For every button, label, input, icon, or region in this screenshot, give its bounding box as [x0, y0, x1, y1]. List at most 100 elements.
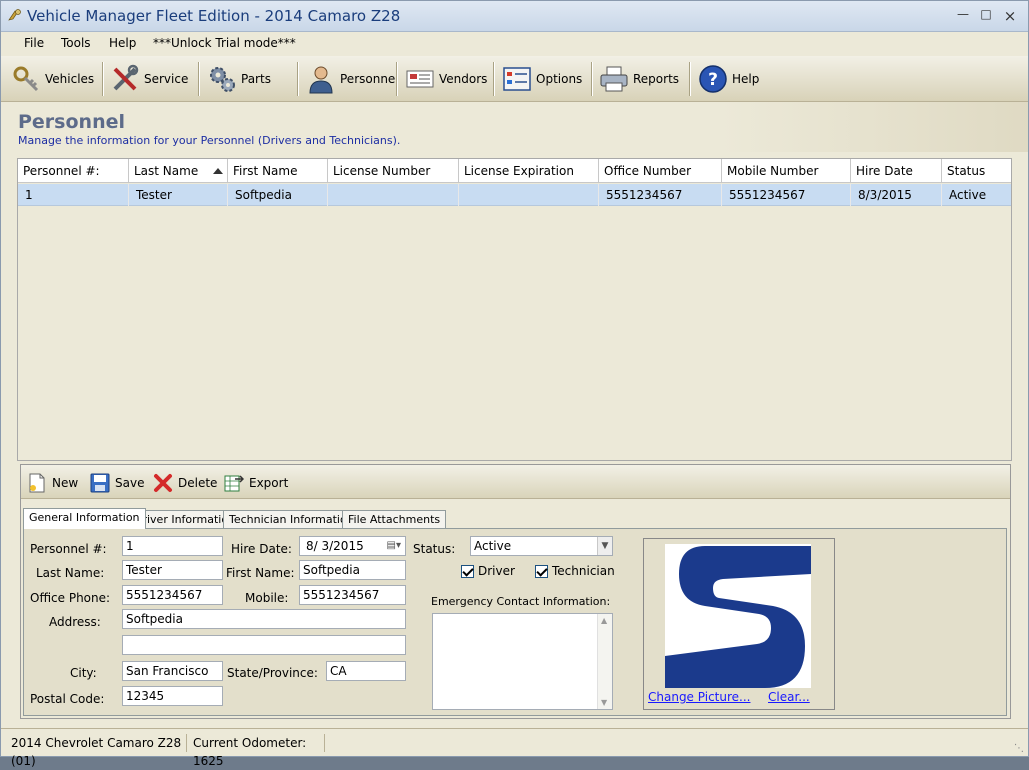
- address-line2-field[interactable]: [122, 635, 406, 655]
- mobile-field[interactable]: 5551234567: [299, 585, 406, 605]
- last-name-field[interactable]: Tester: [122, 560, 223, 580]
- app-icon: [8, 9, 21, 21]
- photo-frame: Change Picture... Clear...: [643, 538, 835, 710]
- address-line1-field[interactable]: Softpedia: [122, 609, 406, 629]
- toolbar-vendors-button[interactable]: Vendors: [405, 62, 487, 96]
- personnel-grid[interactable]: Personnel #: Last Name First Name Licens…: [17, 158, 1012, 461]
- change-picture-link[interactable]: Change Picture...: [648, 690, 750, 704]
- personnel-number-field[interactable]: 1: [122, 536, 223, 556]
- softpedia-logo-icon: [665, 546, 811, 688]
- column-header-license-number[interactable]: License Number: [328, 159, 459, 183]
- toolbar-help-button[interactable]: ? Help: [698, 62, 759, 96]
- resize-grip-icon[interactable]: ⋱: [1014, 743, 1024, 754]
- toolbar-service-button[interactable]: Service: [110, 62, 188, 96]
- column-header-hire-date[interactable]: Hire Date: [851, 159, 942, 183]
- scroll-up-icon[interactable]: ▲: [601, 616, 607, 625]
- emergency-contact-textarea[interactable]: ▲ ▼: [432, 613, 613, 710]
- person-icon: [309, 66, 333, 94]
- toolbar-options-label: Options: [536, 72, 583, 86]
- driver-checkbox[interactable]: Driver: [461, 564, 515, 578]
- postal-code-field[interactable]: 12345: [122, 686, 223, 706]
- table-row[interactable]: 1 Tester Softpedia 5551234567 5551234567…: [18, 184, 1011, 206]
- minimize-button[interactable]: —: [952, 7, 974, 25]
- new-button-label: New: [52, 476, 79, 490]
- export-button-label: Export: [249, 476, 289, 490]
- general-information-panel: Personnel #: 1 Hire Date: 8/ 3/2015 ▤▾ S…: [23, 528, 1007, 716]
- cell-personnel: 1: [18, 184, 129, 206]
- clear-picture-link[interactable]: Clear...: [768, 690, 810, 704]
- cell-status: Active: [949, 188, 987, 202]
- chevron-down-icon[interactable]: ▼: [597, 537, 612, 555]
- hire-date-picker[interactable]: 8/ 3/2015 ▤▾: [299, 536, 406, 556]
- menu-tools[interactable]: Tools: [61, 36, 91, 50]
- floppy-disk-icon: [90, 473, 110, 493]
- close-button[interactable]: ×: [999, 7, 1021, 25]
- column-header-mobile-number[interactable]: Mobile Number: [722, 159, 851, 183]
- column-header-status[interactable]: Status: [942, 159, 1011, 183]
- calendar-dropdown-icon[interactable]: ▤▾: [387, 537, 401, 555]
- column-header-last-name[interactable]: Last Name: [129, 159, 228, 183]
- driver-checkbox-label: Driver: [478, 564, 515, 578]
- toolbar-vendors-label: Vendors: [439, 72, 488, 86]
- first-name-field[interactable]: Softpedia: [299, 560, 406, 580]
- checkbox-checked-icon: [535, 564, 548, 578]
- delete-x-icon: [154, 474, 172, 492]
- cell-office-number: 5551234567: [599, 184, 722, 206]
- menu-help[interactable]: Help: [109, 36, 136, 50]
- save-button[interactable]: Save: [90, 471, 144, 495]
- status-select[interactable]: Active ▼: [470, 536, 613, 556]
- technician-checkbox[interactable]: Technician: [535, 564, 615, 578]
- new-button[interactable]: New: [27, 471, 78, 495]
- toolbar-separator: [198, 62, 199, 96]
- toolbar-parts-button[interactable]: Parts: [207, 62, 271, 96]
- scroll-down-icon[interactable]: ▼: [601, 698, 607, 707]
- help-icon: ?: [699, 65, 727, 93]
- menu-unlock-trial[interactable]: ***Unlock Trial mode***: [153, 36, 296, 50]
- hire-date-value: 8/ 3/2015: [306, 539, 364, 553]
- technician-checkbox-label: Technician: [552, 564, 615, 578]
- toolbar-separator: [297, 62, 298, 96]
- personnel-photo[interactable]: [665, 544, 811, 688]
- edit-panel: New Save Delete Export General Informati…: [20, 464, 1011, 719]
- column-header-office-number[interactable]: Office Number: [599, 159, 722, 183]
- column-header-first-name[interactable]: First Name: [228, 159, 328, 183]
- office-phone-field[interactable]: 5551234567: [122, 585, 223, 605]
- toolbar-vehicles-button[interactable]: Vehicles: [11, 62, 94, 96]
- toolbar-vehicles-label: Vehicles: [45, 72, 95, 86]
- state-field[interactable]: CA: [326, 661, 406, 681]
- toolbar-reports-label: Reports: [633, 72, 680, 86]
- status-bar: 2014 Chevrolet Camaro Z28 (01) Current O…: [1, 728, 1028, 768]
- status-vehicle: 2014 Chevrolet Camaro Z28 (01): [7, 734, 187, 768]
- column-header-personnel[interactable]: Personnel #:: [18, 159, 129, 183]
- toolbar-personnel-button[interactable]: Personnel: [306, 62, 399, 96]
- mobile-label: Mobile:: [245, 591, 289, 605]
- office-phone-label: Office Phone:: [30, 591, 111, 605]
- toolbar-options-button[interactable]: Options: [502, 62, 582, 96]
- status-select-value: Active: [474, 539, 512, 553]
- window-title: Vehicle Manager Fleet Edition - 2014 Cam…: [27, 7, 401, 25]
- city-field[interactable]: San Francisco: [122, 661, 223, 681]
- title-bar: Vehicle Manager Fleet Edition - 2014 Cam…: [1, 1, 1028, 32]
- toolbar-reports-button[interactable]: Reports: [599, 62, 679, 96]
- toolbar-service-label: Service: [144, 72, 189, 86]
- emergency-contact-label: Emergency Contact Information:: [431, 595, 611, 608]
- menu-file[interactable]: File: [24, 36, 44, 50]
- delete-button[interactable]: Delete: [153, 471, 217, 495]
- cell-mobile-number: 5551234567: [722, 184, 851, 206]
- tab-general-information[interactable]: General Information: [23, 508, 146, 529]
- card-icon: [406, 70, 434, 88]
- maximize-button[interactable]: □: [975, 7, 997, 25]
- toolbar-separator: [396, 62, 397, 96]
- toolbar-personnel-label: Personnel: [340, 72, 399, 86]
- tab-technician-information[interactable]: Technician Information: [223, 510, 360, 528]
- gears-icon: [210, 67, 235, 92]
- column-header-license-expiration[interactable]: License Expiration: [459, 159, 599, 183]
- personnel-label: Personnel #:: [30, 542, 107, 556]
- cell-license-number: [328, 184, 459, 206]
- tab-file-attachments[interactable]: File Attachments: [342, 510, 447, 528]
- export-button[interactable]: Export: [224, 471, 288, 495]
- city-label: City:: [70, 666, 97, 680]
- first-name-label: First Name:: [226, 566, 295, 580]
- textarea-scrollbar[interactable]: ▲ ▼: [597, 614, 612, 709]
- grid-header: Personnel #: Last Name First Name Licens…: [18, 159, 1011, 183]
